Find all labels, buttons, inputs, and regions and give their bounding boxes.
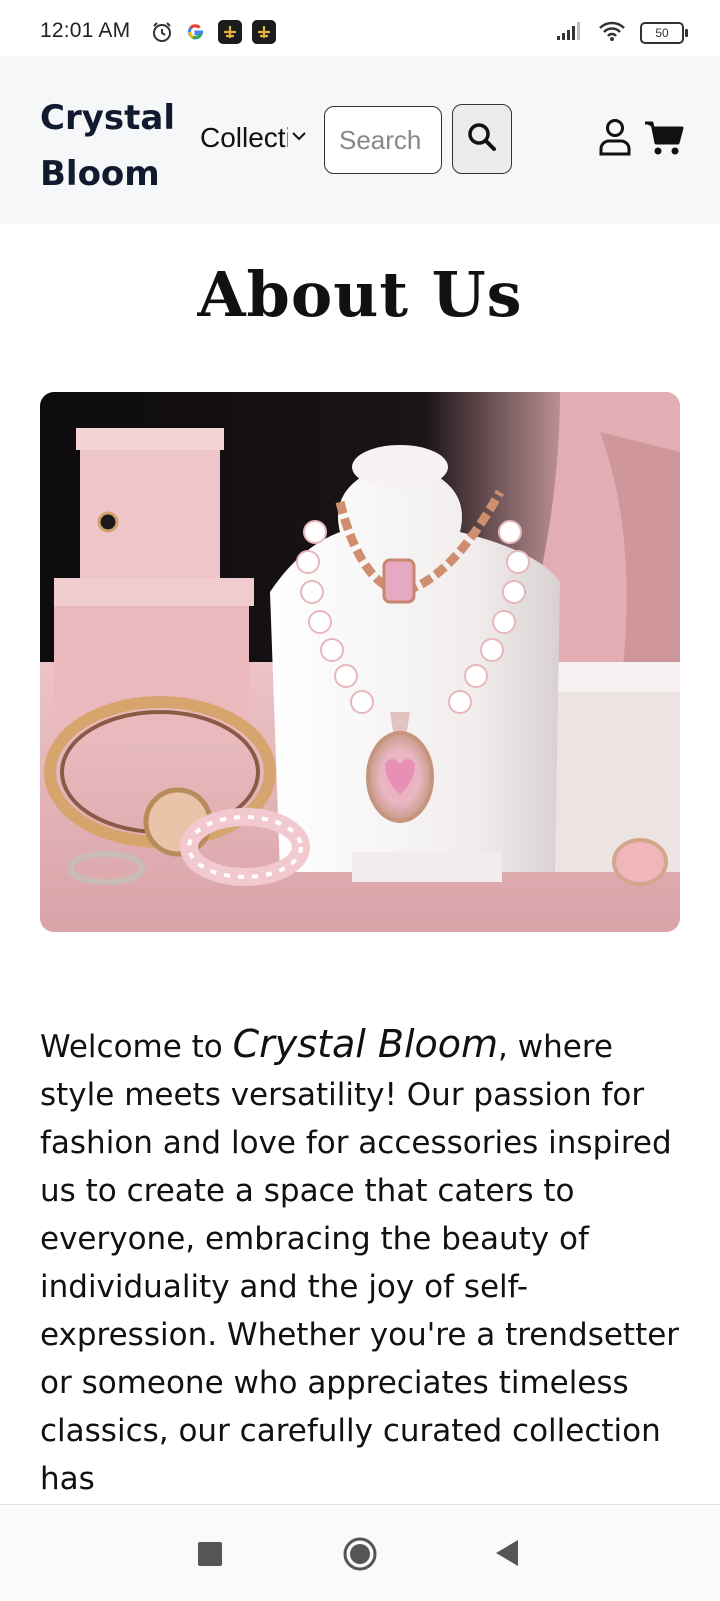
home-icon[interactable] bbox=[342, 1536, 378, 1572]
battery-icon: 50 bbox=[640, 22, 688, 44]
collections-dropdown[interactable]: Collections bbox=[200, 116, 308, 160]
search-input[interactable] bbox=[324, 106, 442, 174]
search-button[interactable] bbox=[452, 104, 512, 174]
wifi-icon bbox=[598, 20, 626, 46]
intro-brand: Crystal Bloom bbox=[232, 1022, 499, 1066]
intro-paragraph: Welcome to Crystal Bloom, where style me… bbox=[40, 1020, 680, 1503]
status-icons-right: 50 bbox=[556, 20, 688, 46]
intro-body: , where style meets versatility! Our pas… bbox=[40, 1029, 680, 1497]
status-bar: 12:01 AM 50 bbox=[0, 0, 720, 56]
back-icon[interactable] bbox=[494, 1538, 520, 1568]
hero-jewelry-image bbox=[40, 392, 680, 932]
cart-icon[interactable] bbox=[644, 120, 684, 156]
status-time: 12:01 AM bbox=[40, 19, 131, 42]
chevron-down-icon bbox=[290, 127, 308, 149]
intro-prefix: Welcome to bbox=[40, 1029, 233, 1065]
page-title: About Us bbox=[197, 258, 523, 331]
battery-level: 50 bbox=[655, 26, 669, 40]
alarm-icon bbox=[150, 20, 174, 44]
recents-icon[interactable] bbox=[198, 1542, 222, 1566]
signal-icon bbox=[556, 21, 584, 45]
status-icons-left bbox=[150, 20, 276, 44]
site-logo[interactable]: Crystal Bloom bbox=[40, 90, 190, 202]
google-icon bbox=[184, 20, 208, 44]
collections-label: Collections bbox=[200, 122, 288, 153]
search-icon bbox=[466, 121, 498, 157]
app-icon bbox=[252, 20, 276, 44]
app-icon bbox=[218, 20, 242, 44]
account-icon[interactable] bbox=[598, 118, 632, 156]
